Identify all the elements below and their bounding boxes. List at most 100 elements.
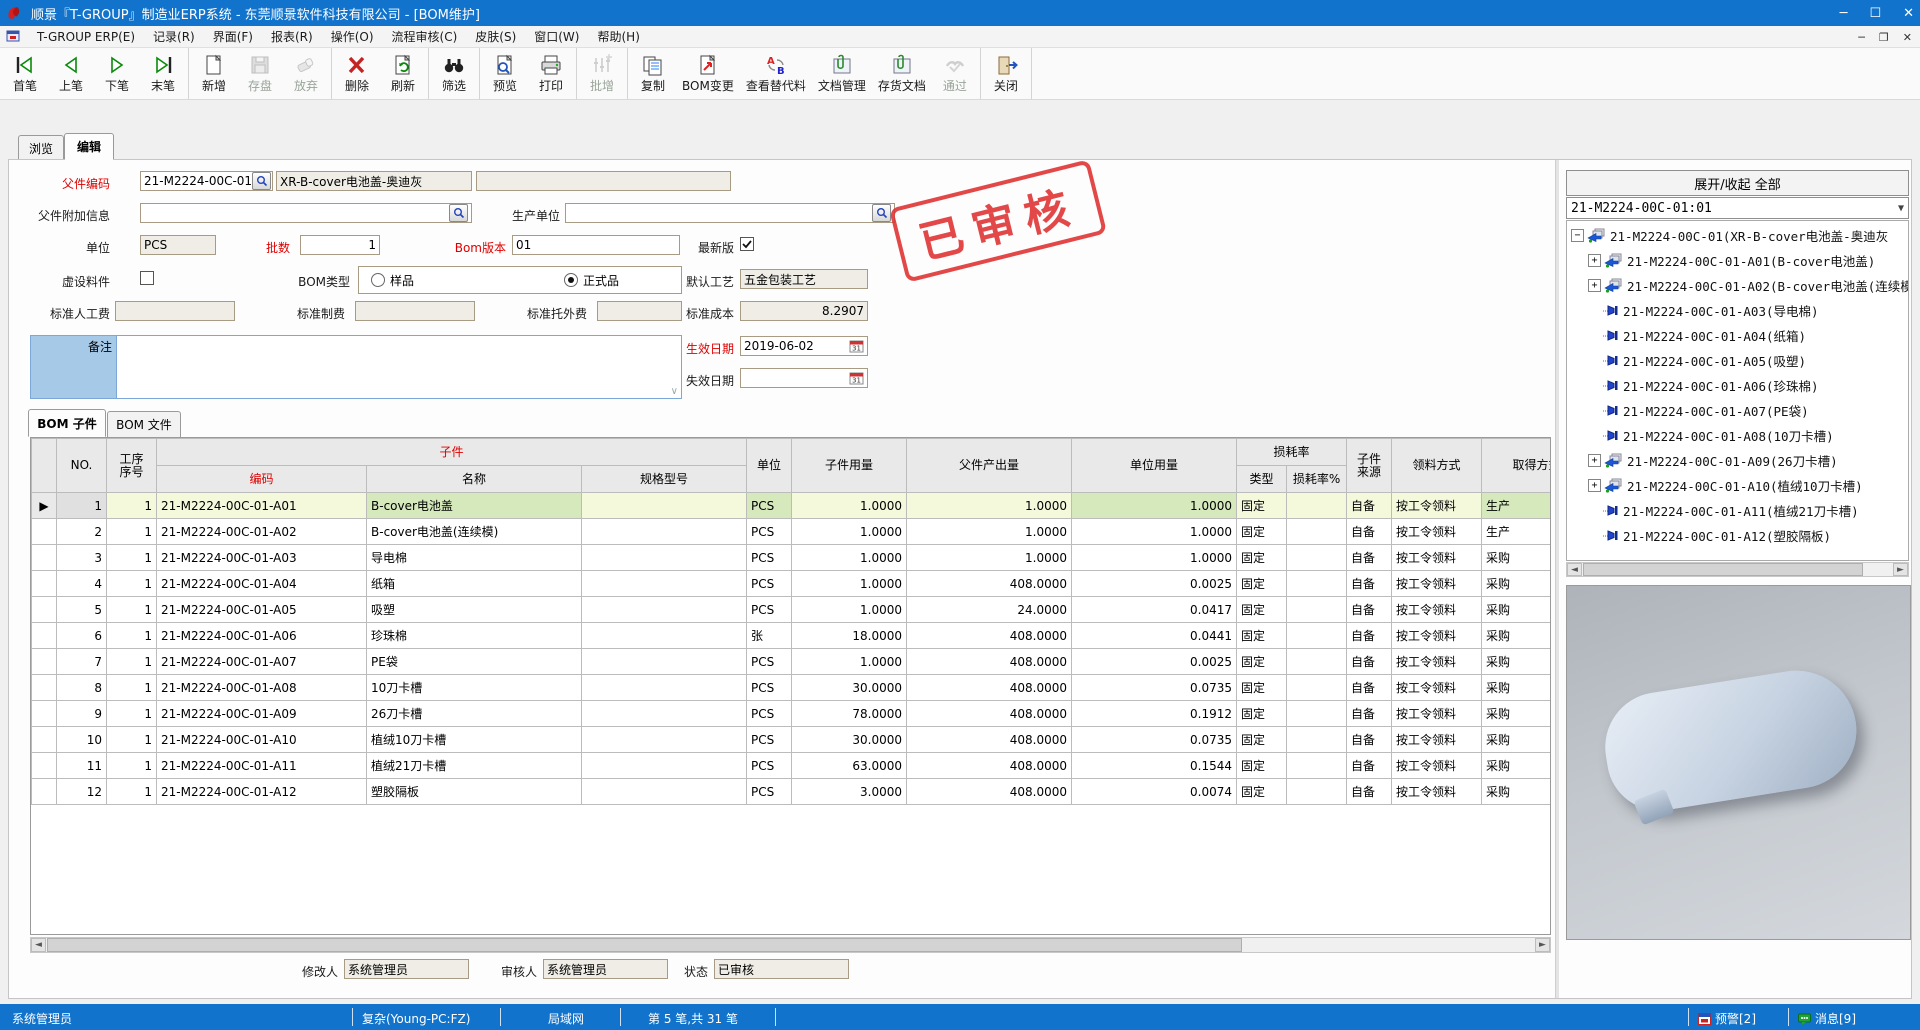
cell[interactable]: PCS xyxy=(747,493,792,519)
menu-record[interactable]: 记录(R) xyxy=(144,26,204,47)
tree-item[interactable]: +21-M2224-00C-01-A02(B-cover电池盖(连续模) xyxy=(1567,273,1908,298)
cell[interactable]: 自备 xyxy=(1347,701,1392,727)
row-indicator[interactable] xyxy=(32,597,57,623)
cell[interactable]: 0.0441 xyxy=(1072,623,1237,649)
table-row[interactable]: 2121-M2224-00C-01-A02B-cover电池盖(连续模)PCS1… xyxy=(32,519,1552,545)
cell[interactable]: 10 xyxy=(57,727,107,753)
row-indicator[interactable] xyxy=(32,675,57,701)
virtual-part-checkbox[interactable] xyxy=(140,271,154,285)
cell[interactable]: 1.0000 xyxy=(1072,519,1237,545)
cell[interactable] xyxy=(582,727,747,753)
mdi-restore-button[interactable]: ❐ xyxy=(1879,31,1889,44)
cell[interactable]: 植绒10刀卡槽 xyxy=(367,727,582,753)
cell[interactable]: 自备 xyxy=(1347,545,1392,571)
table-row[interactable]: 6121-M2224-00C-01-A06珍珠棉张18.0000408.0000… xyxy=(32,623,1552,649)
cell[interactable] xyxy=(1287,701,1347,727)
row-indicator[interactable] xyxy=(32,519,57,545)
cell[interactable] xyxy=(1287,727,1347,753)
bom-type-option-sample[interactable]: 样品 xyxy=(371,272,414,289)
col-source[interactable]: 子件 来源 xyxy=(1347,439,1392,493)
cell[interactable]: 固定 xyxy=(1237,727,1287,753)
cell[interactable]: 12 xyxy=(57,779,107,805)
menu-workflow-audit[interactable]: 流程审核(C) xyxy=(383,26,467,47)
expire-date-field[interactable]: 31 xyxy=(740,368,868,388)
tab-bom-children[interactable]: BOM 子件 xyxy=(28,409,106,437)
col-loss-rate[interactable]: 损耗率% xyxy=(1287,466,1347,493)
cell[interactable] xyxy=(582,545,747,571)
cell[interactable] xyxy=(582,649,747,675)
scroll-right-icon[interactable]: ► xyxy=(1535,938,1550,952)
cell[interactable]: 21-M2224-00C-01-A07 xyxy=(157,649,367,675)
cell[interactable]: 采购 xyxy=(1482,545,1551,571)
statusbar-alert[interactable]: 预警[2] xyxy=(1698,1010,1756,1027)
cell[interactable]: 1 xyxy=(107,753,157,779)
cell[interactable]: PCS xyxy=(747,571,792,597)
cell[interactable] xyxy=(582,519,747,545)
toolbar-copy-button[interactable]: 复制 xyxy=(630,48,676,99)
cell[interactable] xyxy=(582,597,747,623)
cell[interactable]: 按工令领料 xyxy=(1392,519,1482,545)
cell[interactable]: 7 xyxy=(57,649,107,675)
cell[interactable]: 18.0000 xyxy=(792,623,907,649)
menu-window[interactable]: 窗口(W) xyxy=(525,26,588,47)
cell[interactable]: 固定 xyxy=(1237,493,1287,519)
menu-operation[interactable]: 操作(O) xyxy=(322,26,383,47)
col-qty[interactable]: 子件用量 xyxy=(792,439,907,493)
cell[interactable]: 5 xyxy=(57,597,107,623)
cell[interactable]: 1 xyxy=(107,701,157,727)
tree-item[interactable]: 21-M2224-00C-01-A12(塑胶隔板) xyxy=(1567,523,1908,548)
cell[interactable]: 10刀卡槽 xyxy=(367,675,582,701)
cell[interactable]: 按工令领料 xyxy=(1392,597,1482,623)
cell[interactable]: 1.0000 xyxy=(792,597,907,623)
latest-version-checkbox[interactable] xyxy=(740,237,754,251)
cell[interactable]: 固定 xyxy=(1237,675,1287,701)
cell[interactable]: 408.0000 xyxy=(907,779,1072,805)
cell[interactable]: 固定 xyxy=(1237,597,1287,623)
tree-item[interactable]: 21-M2224-00C-01-A06(珍珠棉) xyxy=(1567,373,1908,398)
cell[interactable] xyxy=(582,779,747,805)
cell[interactable]: 按工令领料 xyxy=(1392,779,1482,805)
cell[interactable]: 采购 xyxy=(1482,649,1551,675)
col-code[interactable]: 编码 xyxy=(157,466,367,493)
grid-scroll-thumb[interactable] xyxy=(47,938,1242,952)
row-indicator[interactable] xyxy=(32,649,57,675)
cell[interactable]: 固定 xyxy=(1237,779,1287,805)
close-button[interactable]: ✕ xyxy=(1903,6,1914,21)
toolbar-close-button[interactable]: 关闭 xyxy=(983,48,1029,99)
cell[interactable]: 21-M2224-00C-01-A10 xyxy=(157,727,367,753)
col-no[interactable]: NO. xyxy=(57,439,107,493)
table-row[interactable]: 10121-M2224-00C-01-A10植绒10刀卡槽PCS30.00004… xyxy=(32,727,1552,753)
toolbar-first-button[interactable]: 首笔 xyxy=(2,48,48,99)
cell[interactable]: B-cover电池盖(连续模) xyxy=(367,519,582,545)
cell[interactable]: PCS xyxy=(747,753,792,779)
cell[interactable]: 0.0417 xyxy=(1072,597,1237,623)
cell[interactable]: PCS xyxy=(747,545,792,571)
cell[interactable]: 8 xyxy=(57,675,107,701)
table-row[interactable]: 9121-M2224-00C-01-A0926刀卡槽PCS78.0000408.… xyxy=(32,701,1552,727)
toolbar-print-button[interactable]: 打印 xyxy=(528,48,574,99)
grid-horizontal-scrollbar[interactable]: ◄ ► xyxy=(30,937,1551,953)
cell[interactable]: 21-M2224-00C-01-A11 xyxy=(157,753,367,779)
cell[interactable]: 78.0000 xyxy=(792,701,907,727)
row-indicator[interactable] xyxy=(32,727,57,753)
tree-expander-icon[interactable]: + xyxy=(1588,279,1601,292)
menu-interface[interactable]: 界面(F) xyxy=(204,26,262,47)
cell[interactable]: B-cover电池盖 xyxy=(367,493,582,519)
cell[interactable] xyxy=(582,493,747,519)
cell[interactable]: 1 xyxy=(107,779,157,805)
row-indicator[interactable] xyxy=(32,779,57,805)
cell[interactable]: 固定 xyxy=(1237,701,1287,727)
cell[interactable]: 0.0735 xyxy=(1072,675,1237,701)
statusbar-message[interactable]: 消息[9] xyxy=(1798,1010,1856,1027)
cell[interactable]: 21-M2224-00C-01-A09 xyxy=(157,701,367,727)
row-indicator[interactable] xyxy=(32,623,57,649)
cell[interactable] xyxy=(582,753,747,779)
cell[interactable] xyxy=(1287,597,1347,623)
tree-item[interactable]: 21-M2224-00C-01-A08(10刀卡槽) xyxy=(1567,423,1908,448)
cell[interactable]: 6 xyxy=(57,623,107,649)
cell[interactable]: 1.0000 xyxy=(907,519,1072,545)
cell[interactable]: 0.1544 xyxy=(1072,753,1237,779)
table-row[interactable]: ▶1121-M2224-00C-01-A01B-cover电池盖PCS1.000… xyxy=(32,493,1552,519)
cell[interactable] xyxy=(1287,753,1347,779)
cell[interactable]: 自备 xyxy=(1347,675,1392,701)
